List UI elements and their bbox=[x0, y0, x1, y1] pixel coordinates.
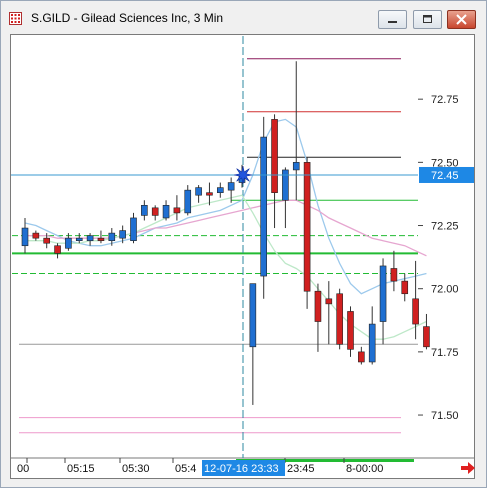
candle-body bbox=[314, 290, 322, 322]
candle-body bbox=[423, 326, 430, 348]
candle-body bbox=[151, 207, 159, 216]
candle-body bbox=[173, 207, 181, 214]
candle-body bbox=[32, 232, 40, 239]
candle-body bbox=[227, 182, 235, 191]
candle-body bbox=[21, 227, 29, 247]
restore-icon bbox=[423, 15, 432, 23]
price-axis-label: 71.50 bbox=[431, 410, 459, 422]
candle-body bbox=[260, 136, 267, 277]
candle-body bbox=[282, 169, 289, 201]
price-axis-label: 72.00 bbox=[431, 284, 459, 296]
candle-body bbox=[184, 189, 192, 214]
candle-body bbox=[390, 268, 398, 282]
candle-body bbox=[195, 187, 202, 196]
price-axis-label: 72.25 bbox=[431, 221, 459, 233]
current-price-label: 72.45 bbox=[431, 170, 459, 182]
candle-body bbox=[54, 245, 61, 254]
candle-body bbox=[271, 119, 278, 193]
candle-body bbox=[130, 217, 137, 241]
candle-body bbox=[347, 311, 354, 350]
candle-body bbox=[206, 192, 213, 196]
window-title: S.GILD - Gilead Sciences Inc, 3 Min bbox=[31, 11, 224, 25]
candle-body bbox=[303, 162, 311, 292]
chart-window: S.GILD - Gilead Sciences Inc, 3 Min 72.7… bbox=[0, 0, 487, 488]
time-axis-label: 05:15 bbox=[67, 463, 95, 475]
candle-body bbox=[43, 237, 51, 244]
candle-body bbox=[97, 237, 105, 241]
scroll-right-arrow-icon[interactable] bbox=[459, 459, 477, 477]
restore-button[interactable] bbox=[413, 10, 442, 29]
entry-marker-icon bbox=[233, 165, 253, 185]
app-icon bbox=[9, 12, 22, 25]
chart-area[interactable]: 72.75 72.50 72.25 72.00 71.75 71.50 72.45 00 05:… bbox=[10, 34, 475, 479]
candle-body bbox=[75, 237, 83, 241]
close-button[interactable] bbox=[447, 10, 476, 29]
time-axis-label: 05:4 bbox=[175, 463, 196, 475]
candle-body bbox=[336, 293, 343, 345]
time-axis-label: 00 bbox=[17, 463, 29, 475]
candle-body bbox=[292, 162, 300, 171]
title-bar[interactable]: S.GILD - Gilead Sciences Inc, 3 Min bbox=[1, 1, 486, 33]
time-axis-label: 23:45 bbox=[287, 463, 315, 475]
candle-body bbox=[162, 205, 170, 219]
candle-body bbox=[325, 298, 333, 305]
minimize-button[interactable] bbox=[378, 10, 407, 29]
time-axis-label: 05:30 bbox=[122, 463, 150, 475]
candle-body bbox=[119, 230, 126, 239]
minimize-icon bbox=[388, 21, 397, 23]
price-axis-label: 72.75 bbox=[431, 94, 459, 106]
price-chart[interactable]: 72.7572.5072.2572.0071.7571.5072.4500 05:… bbox=[11, 35, 474, 478]
indicator-line bbox=[24, 118, 427, 295]
candle-body bbox=[86, 235, 94, 241]
candle-body bbox=[368, 323, 376, 363]
candle-body bbox=[412, 298, 419, 325]
crosshair-time-label: 12-07-16 23:33 bbox=[204, 463, 279, 475]
candle-body bbox=[65, 237, 72, 249]
candle-body bbox=[108, 232, 116, 241]
candle-body bbox=[358, 351, 365, 363]
candle-body bbox=[141, 205, 148, 216]
price-axis-label: 71.75 bbox=[431, 347, 459, 359]
candle-body bbox=[379, 265, 387, 322]
candle-body bbox=[249, 283, 257, 348]
time-axis-label: 8-00:00 bbox=[346, 463, 383, 475]
candle-body bbox=[401, 280, 409, 295]
indicator-line bbox=[25, 199, 427, 257]
close-icon bbox=[456, 14, 467, 25]
indicator-line bbox=[25, 194, 427, 340]
candle-body bbox=[217, 187, 224, 193]
